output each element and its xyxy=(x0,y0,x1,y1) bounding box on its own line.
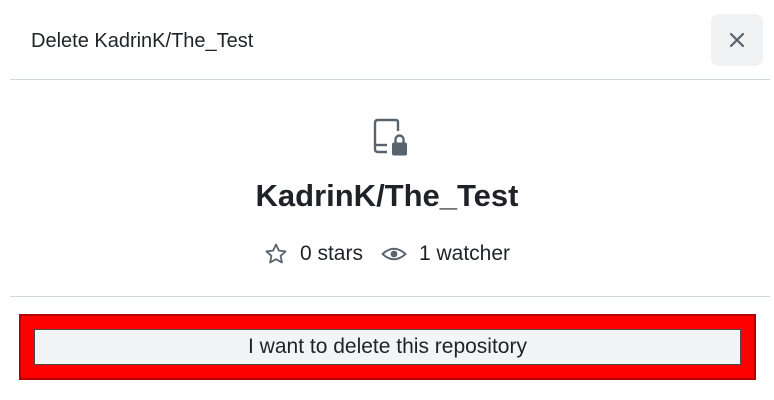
eye-icon xyxy=(381,247,407,261)
watchers-count: 1 watcher xyxy=(418,242,511,265)
repository-stats: 0 stars 1 watcher xyxy=(0,239,774,269)
repository-name: KadrinK/The_Test xyxy=(255,178,519,213)
stars-stat: 0 stars xyxy=(264,242,363,266)
star-icon xyxy=(265,243,287,264)
repo-locked-icon xyxy=(373,118,407,156)
stars-count: 0 stars xyxy=(299,242,363,265)
confirm-delete-button[interactable]: I want to delete this repository xyxy=(34,329,741,365)
close-button[interactable] xyxy=(711,14,763,66)
section-divider xyxy=(10,296,770,297)
delete-repository-dialog: Delete KadrinK/The_Test KadrinK/The_Test… xyxy=(0,0,774,400)
dialog-header: Delete KadrinK/The_Test xyxy=(10,0,770,80)
close-icon xyxy=(729,32,745,48)
watchers-stat: 1 watcher xyxy=(381,242,510,266)
dialog-title: Delete KadrinK/The_Test xyxy=(31,30,254,52)
